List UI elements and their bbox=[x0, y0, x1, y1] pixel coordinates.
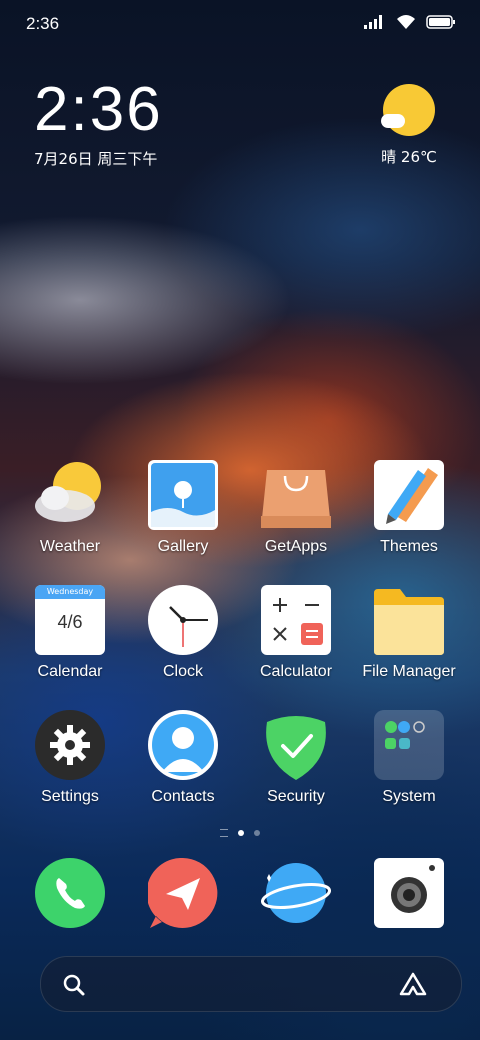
wifi-icon bbox=[397, 15, 415, 29]
app-clock[interactable]: Clock bbox=[127, 585, 239, 681]
weather-icon bbox=[35, 460, 105, 530]
app-settings[interactable]: Settings bbox=[14, 710, 126, 806]
calculator-icon bbox=[261, 585, 331, 655]
dock-phone[interactable] bbox=[14, 858, 126, 928]
gallery-icon bbox=[148, 460, 218, 530]
assistant-icon[interactable] bbox=[399, 971, 427, 997]
page-dot bbox=[254, 830, 260, 836]
planet-browser-icon bbox=[260, 858, 332, 928]
widget-date: 7月26日 周三下午 bbox=[34, 150, 158, 168]
app-label: Calculator bbox=[259, 663, 333, 680]
app-label: Gallery bbox=[157, 538, 209, 555]
sunny-icon bbox=[381, 84, 435, 136]
dock-camera[interactable] bbox=[353, 858, 465, 928]
page-dot-active bbox=[238, 830, 244, 836]
app-contacts[interactable]: Contacts bbox=[127, 710, 239, 806]
status-time: 2:36 bbox=[26, 14, 60, 33]
folder-grid-icon bbox=[374, 710, 444, 780]
clock-widget[interactable]: 2:36 7月26日 周三下午 bbox=[34, 78, 163, 169]
app-label: Settings bbox=[41, 788, 99, 805]
shopping-bag-icon bbox=[261, 460, 331, 530]
app-gallery[interactable]: Gallery bbox=[127, 460, 239, 556]
gear-icon bbox=[35, 710, 105, 780]
message-plane-icon bbox=[146, 857, 218, 928]
app-themes[interactable]: Themes bbox=[353, 460, 465, 556]
app-label: Weather bbox=[39, 538, 101, 555]
app-label: Security bbox=[267, 788, 325, 805]
page-indicator[interactable] bbox=[0, 829, 480, 837]
camera-icon bbox=[374, 858, 444, 928]
shield-check-icon bbox=[261, 710, 331, 780]
app-label: Contacts bbox=[151, 788, 215, 805]
weather-temp: 晴 26℃ bbox=[381, 148, 437, 166]
signal-icon bbox=[364, 15, 382, 29]
app-label: System bbox=[382, 788, 436, 805]
app-label: File Manager bbox=[362, 663, 456, 680]
app-weather[interactable]: Weather bbox=[14, 460, 126, 556]
search-bar[interactable] bbox=[40, 956, 462, 1012]
app-label: Themes bbox=[380, 538, 438, 555]
app-file-manager[interactable]: File Manager bbox=[353, 585, 465, 681]
dock-browser[interactable] bbox=[240, 858, 352, 928]
themes-brush-icon bbox=[374, 460, 444, 530]
app-security[interactable]: Security bbox=[240, 710, 352, 806]
status-bar: 2:36 bbox=[0, 0, 480, 50]
battery-icon bbox=[426, 15, 455, 29]
app-getapps[interactable]: GetApps bbox=[240, 460, 352, 556]
app-label: GetApps bbox=[264, 538, 328, 555]
person-icon bbox=[148, 710, 218, 780]
status-icons bbox=[364, 14, 456, 30]
phone-icon bbox=[35, 858, 105, 928]
app-calculator[interactable]: Calculator bbox=[240, 585, 352, 681]
dock-messaging[interactable] bbox=[127, 857, 239, 928]
list-indicator-icon bbox=[220, 829, 228, 837]
search-icon bbox=[63, 974, 85, 996]
folder-icon bbox=[374, 585, 444, 655]
calendar-date: 4/6 bbox=[57, 612, 83, 632]
clock-face-icon bbox=[148, 585, 218, 655]
app-system-folder[interactable]: System bbox=[353, 710, 465, 806]
app-calendar[interactable]: Wednesday 4/6 Calendar bbox=[14, 585, 126, 681]
app-label: Clock bbox=[162, 663, 203, 680]
widget-time: 2:36 bbox=[34, 75, 163, 144]
calendar-weekday: Wednesday bbox=[35, 585, 105, 599]
weather-widget[interactable]: 晴 26℃ bbox=[374, 84, 444, 167]
app-label: Calendar bbox=[37, 663, 103, 680]
calendar-icon: Wednesday 4/6 bbox=[35, 585, 105, 655]
